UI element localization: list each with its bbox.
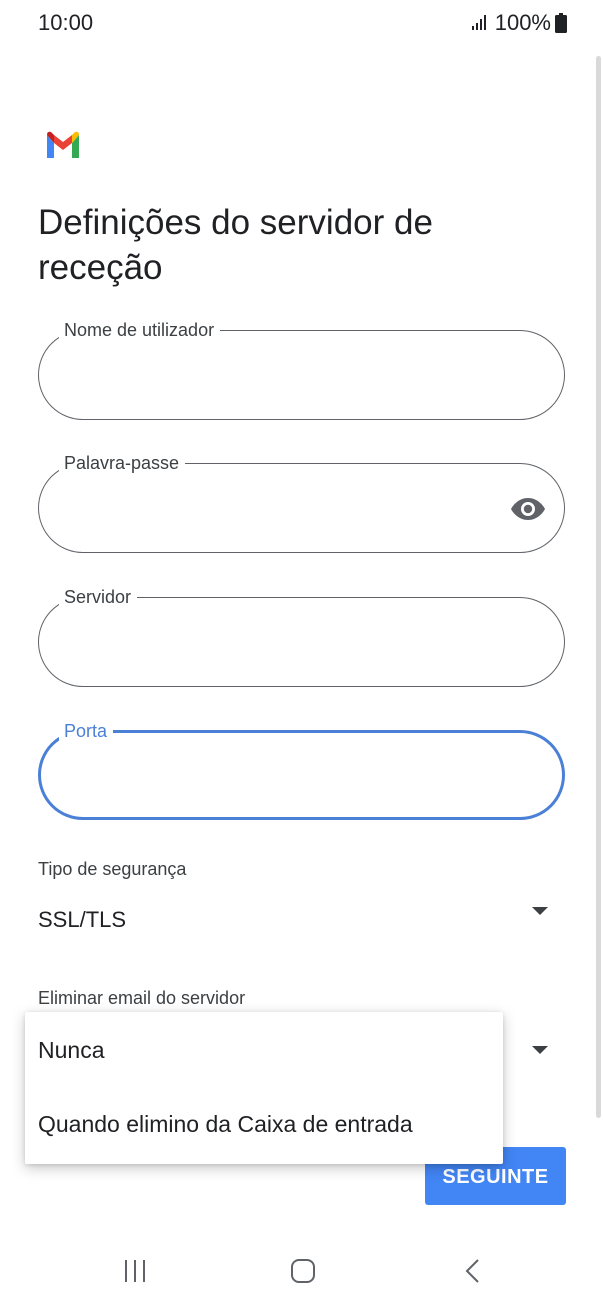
home-icon[interactable]: [289, 1258, 317, 1284]
status-indicators: 100%: [471, 10, 567, 36]
back-icon[interactable]: [462, 1258, 484, 1284]
battery-icon: [555, 13, 567, 33]
username-label: Nome de utilizador: [59, 319, 221, 341]
port-label: Porta: [59, 720, 114, 742]
username-field[interactable]: Nome de utilizador: [38, 319, 565, 420]
delete-email-dropdown-menu: Nunca Quando elimino da Caixa de entrada: [25, 1012, 503, 1164]
password-field[interactable]: Palavra-passe: [38, 452, 565, 553]
password-input[interactable]: [61, 484, 485, 534]
security-dropdown-arrow-icon[interactable]: [532, 907, 548, 915]
page-title: Definições do servidor de receção: [38, 203, 433, 287]
navigation-bar: [0, 1215, 603, 1308]
status-time: 10:00: [38, 10, 94, 35]
status-bar: 10:00 100%: [0, 0, 603, 50]
scrollbar[interactable]: [596, 56, 601, 1118]
battery-percent: 100%: [494, 10, 551, 35]
security-type-value[interactable]: SSL/TLS: [38, 907, 126, 933]
port-field[interactable]: Porta: [38, 720, 565, 820]
port-input[interactable]: [63, 753, 487, 803]
signal-icon: [471, 15, 486, 30]
gmail-logo-icon: [47, 131, 79, 158]
server-label: Servidor: [59, 586, 138, 608]
dropdown-option-never[interactable]: Nunca: [38, 1037, 104, 1064]
recents-icon[interactable]: [121, 1258, 149, 1284]
username-input[interactable]: [61, 351, 485, 401]
eye-icon[interactable]: [510, 495, 546, 523]
delete-email-label: Eliminar email do servidor: [38, 988, 246, 1008]
security-type-label: Tipo de segurança: [38, 859, 187, 879]
password-label: Palavra-passe: [59, 452, 186, 474]
dropdown-option-when-deleted-from-inbox[interactable]: Quando elimino da Caixa de entrada: [38, 1111, 413, 1138]
server-input[interactable]: [61, 618, 485, 668]
delete-email-dropdown-arrow-icon[interactable]: [532, 1046, 548, 1054]
server-field[interactable]: Servidor: [38, 586, 565, 687]
